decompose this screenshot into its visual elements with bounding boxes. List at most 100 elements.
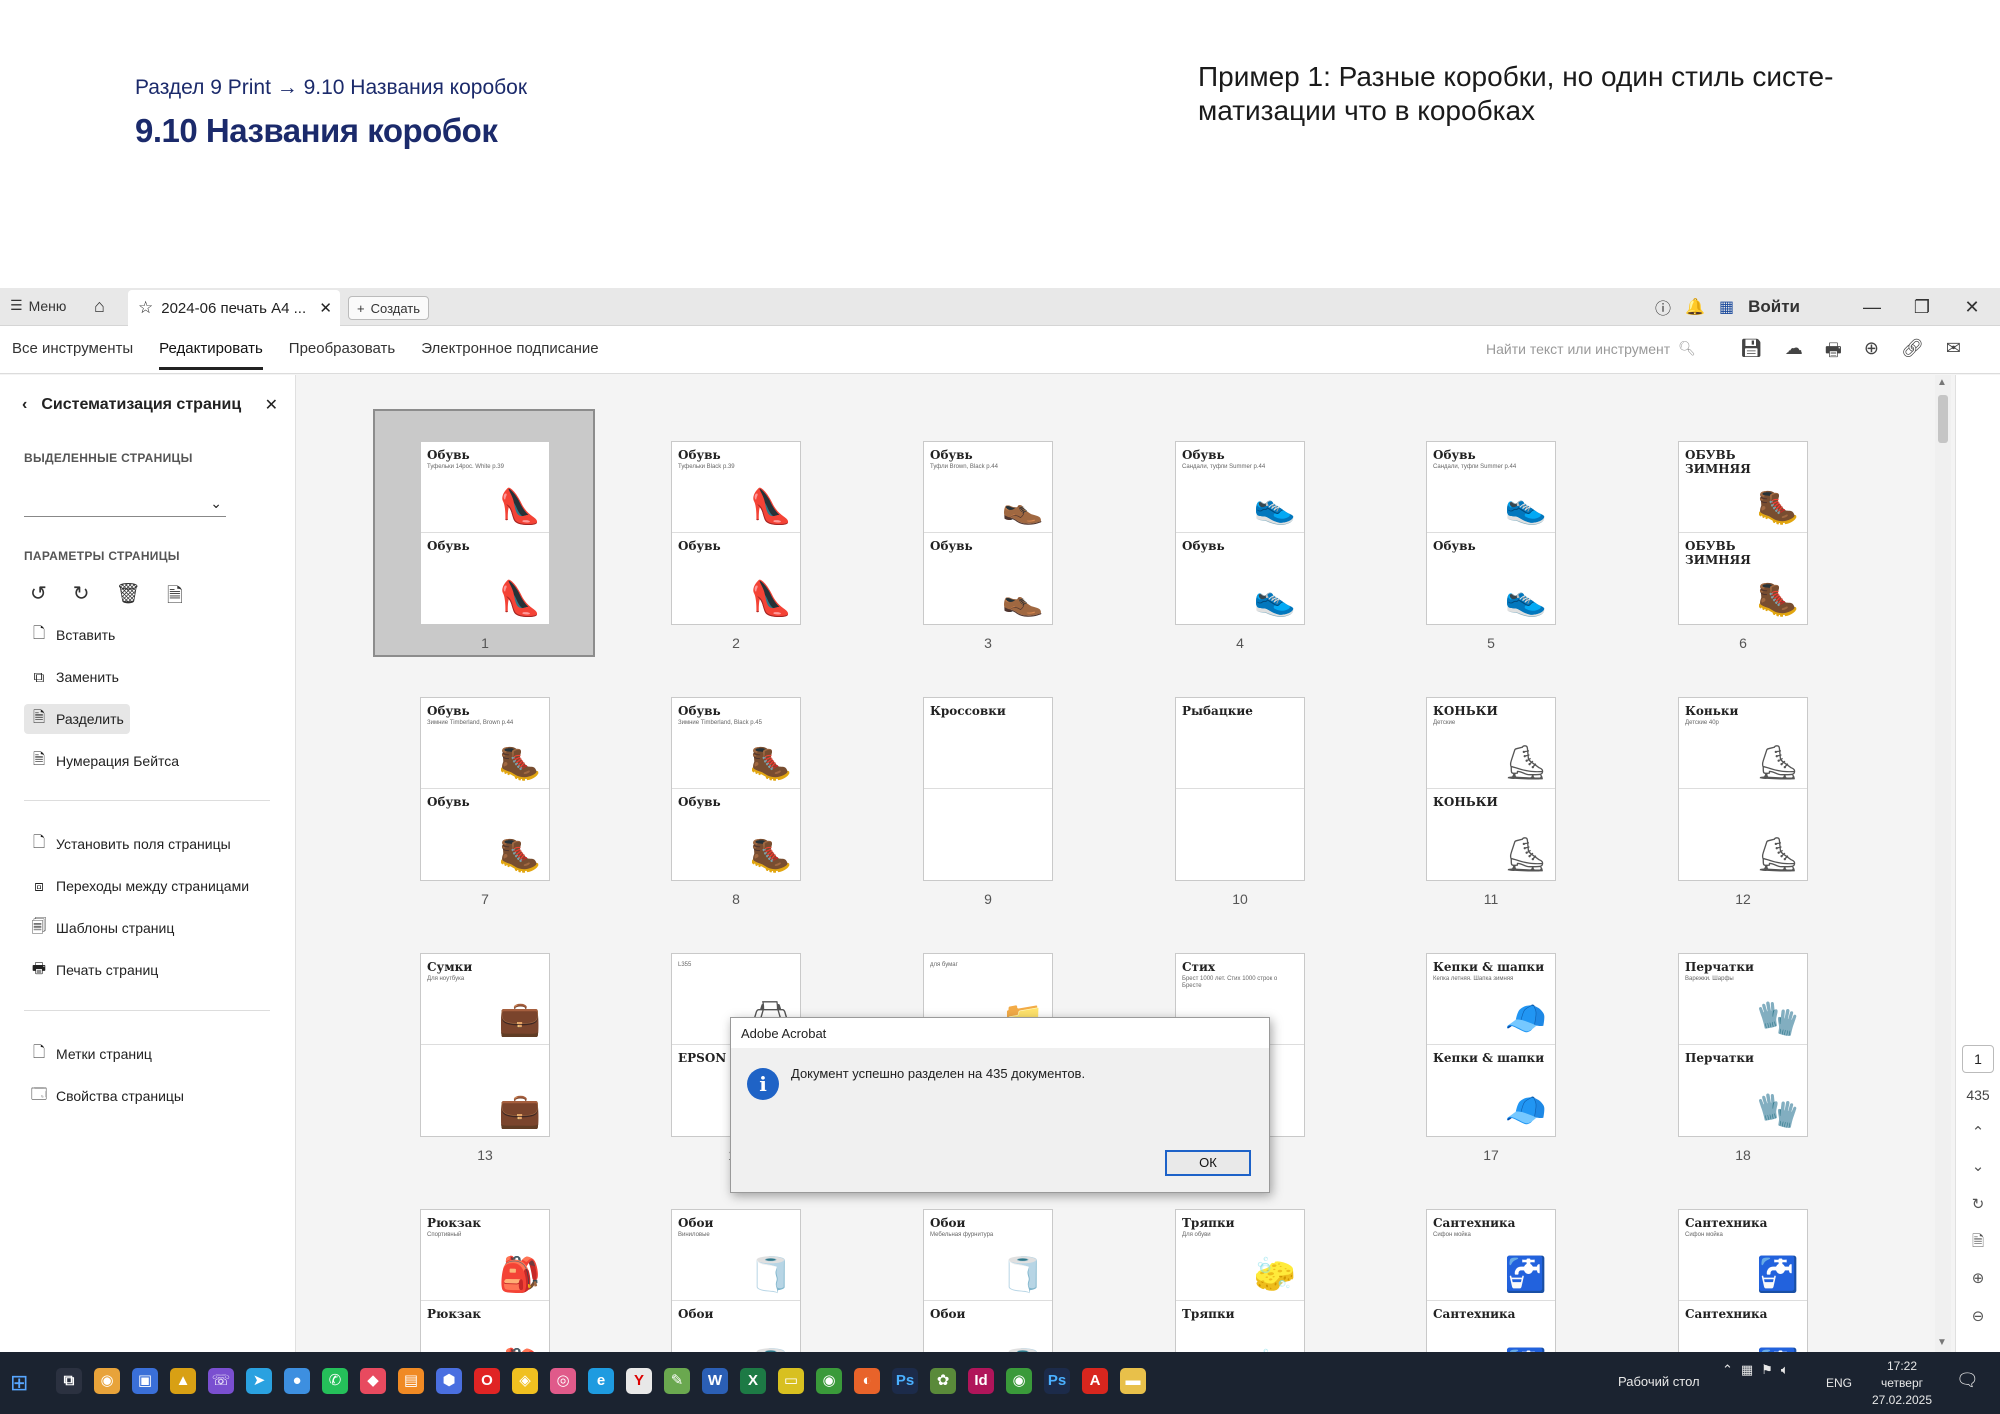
page-thumbnail[interactable]: Перчатки Варежки. Шарфы 🧤 Перчатки 🧤 bbox=[1678, 953, 1808, 1137]
photoshop-icon[interactable]: Ps bbox=[892, 1368, 918, 1394]
viber-icon[interactable]: ☏ bbox=[208, 1368, 234, 1394]
excel-icon[interactable]: X bbox=[740, 1368, 766, 1394]
app-icon[interactable]: ▤ bbox=[398, 1368, 424, 1394]
clock[interactable]: 17:22 четверг 27.02.2025 bbox=[1862, 1358, 1942, 1409]
telegram-icon[interactable]: ➤ bbox=[246, 1368, 272, 1394]
search-box[interactable]: Найти текст или инструмент 🔍︎ bbox=[1486, 340, 1696, 357]
volume-icon[interactable]: 🔈︎ bbox=[1781, 1362, 1789, 1378]
save-app-icon[interactable]: ▣ bbox=[132, 1368, 158, 1394]
bell-icon[interactable]: 🔔 bbox=[1685, 297, 1705, 317]
tab-convert[interactable]: Преобразовать bbox=[289, 340, 395, 370]
page-thumbnail[interactable]: Обувь Туфельки Black р.39 👠 Обувь 👠 bbox=[671, 441, 801, 625]
chevron-up-icon[interactable]: ⌃ bbox=[1968, 1123, 1988, 1141]
ok-button[interactable]: ОК bbox=[1165, 1150, 1251, 1176]
scrollbar-thumb[interactable] bbox=[1938, 395, 1948, 443]
login-button[interactable]: Войти bbox=[1748, 297, 1800, 317]
trash-icon[interactable]: 🗑 bbox=[116, 581, 141, 615]
chrome-icon[interactable]: ◉ bbox=[816, 1368, 842, 1394]
rotate-left-icon[interactable]: ↺ bbox=[30, 581, 47, 615]
tray-flag-icon[interactable]: ⚑ bbox=[1761, 1362, 1773, 1378]
page-thumbnail[interactable]: Обои Виниловые 🧻 Обои🧻 bbox=[671, 1209, 801, 1352]
notifications-icon[interactable]: 🗨 bbox=[1956, 1370, 1979, 1391]
tab-edit[interactable]: Редактировать bbox=[159, 340, 263, 370]
rotate-right-icon[interactable]: ↻ bbox=[73, 581, 90, 615]
page-thumbnail[interactable]: Обувь Туфельки 14рос. White р.39 👠 Обувь 👠 bbox=[420, 441, 550, 625]
page-thumbnail[interactable]: Обувь Зимние Timberland, Black р.45 🥾 Обувь… bbox=[671, 697, 801, 881]
star-icon[interactable]: ☆ bbox=[138, 298, 153, 318]
scroll-up-icon[interactable]: ▲ bbox=[1937, 377, 1947, 388]
whatsapp-icon[interactable]: ✆ bbox=[322, 1368, 348, 1394]
tab-all-tools[interactable]: Все инструменты bbox=[12, 340, 133, 370]
current-page-input[interactable]: 1 bbox=[1962, 1045, 1994, 1073]
replace-button[interactable]: ⧉ Заменить bbox=[24, 662, 125, 692]
opera-icon[interactable]: O bbox=[474, 1368, 500, 1394]
back-icon[interactable]: ‹ bbox=[22, 396, 27, 414]
acrobat-icon[interactable]: A bbox=[1082, 1368, 1108, 1394]
menu-button[interactable]: ☰ Меню bbox=[10, 297, 66, 314]
page-thumbnail[interactable]: Рюкзак Спортивный 🎒 Рюкзак🎒 bbox=[420, 1209, 550, 1352]
print-pages-button[interactable]: 🖶 Печать страниц bbox=[24, 955, 164, 985]
app-icon[interactable]: ▲ bbox=[170, 1368, 196, 1394]
page-view-icon[interactable]: 🗎 bbox=[1968, 1231, 1988, 1256]
page-thumbnail[interactable]: Обувь Сандали, туфли Summer р.44 👟 Обувь 👟 bbox=[1426, 441, 1556, 625]
extract-page-icon[interactable]: 🗎 bbox=[167, 581, 183, 615]
app-icon[interactable]: ◎ bbox=[550, 1368, 576, 1394]
chevron-down-icon[interactable]: ⌄ bbox=[1968, 1157, 1988, 1175]
mail-icon[interactable]: ✉ bbox=[1946, 338, 1961, 368]
app-icon[interactable]: ▭ bbox=[778, 1368, 804, 1394]
save-icon[interactable]: 💾︎ bbox=[1740, 338, 1763, 368]
tab-esign[interactable]: Электронное подписание bbox=[421, 340, 598, 370]
page-transitions-button[interactable]: ⧈ Переходы между страницами bbox=[24, 871, 255, 901]
page-thumbnail[interactable]: Обои Мебельная фурнитура 🧻 Обои🧻 bbox=[923, 1209, 1053, 1352]
selected-pages-dropdown[interactable]: ⌄ bbox=[24, 493, 226, 517]
yandex-icon[interactable]: Y bbox=[626, 1368, 652, 1394]
page-templates-button[interactable]: 🗐 Шаблоны страниц bbox=[24, 913, 180, 943]
page-thumbnail[interactable]: Сантехника Сифон мойка 🚰 Сантехника🚰 bbox=[1426, 1209, 1556, 1352]
page-thumbnail[interactable]: Обувь Туфли Brown, Black р.44 👞 Обувь 👞 bbox=[923, 441, 1053, 625]
page-thumbnail[interactable]: Кроссовки bbox=[923, 697, 1053, 881]
zoom-in-icon[interactable]: ⊕ bbox=[1968, 1269, 1988, 1287]
page-thumbnail[interactable]: КОНЬКИ Детские ⛸ КОНЬКИ ⛸ bbox=[1426, 697, 1556, 881]
document-tab[interactable]: ☆ 2024-06 печать А4 ... ✕ bbox=[128, 290, 340, 326]
apps-grid-icon[interactable]: ▦ bbox=[1719, 297, 1734, 317]
zoom-out-icon[interactable]: ⊖ bbox=[1968, 1307, 1988, 1325]
indesign-icon[interactable]: Id bbox=[968, 1368, 994, 1394]
page-properties-button[interactable]: 🗔 Свойства страницы bbox=[24, 1081, 190, 1111]
desktop-label[interactable]: Рабочий стол bbox=[1618, 1374, 1700, 1389]
file-explorer-icon[interactable]: ▬ bbox=[1120, 1368, 1146, 1394]
close-tab-icon[interactable]: ✕ bbox=[319, 299, 332, 317]
page-thumbnail[interactable]: Рыбацкие bbox=[1175, 697, 1305, 881]
page-thumbnail[interactable]: Сумки Для ноутбука 💼 💼 bbox=[420, 953, 550, 1137]
page-thumbnail[interactable]: Коньки Детские 40р ⛸ ⛸ bbox=[1678, 697, 1808, 881]
app-icon[interactable]: ◈ bbox=[512, 1368, 538, 1394]
chrome-icon[interactable]: ◉ bbox=[1006, 1368, 1032, 1394]
page-thumbnail[interactable]: Тряпки Для обуви 🧽 Тряпки🧽 bbox=[1175, 1209, 1305, 1352]
upload-cloud-icon[interactable]: ☁ bbox=[1785, 338, 1803, 368]
page-thumbnail[interactable]: ОБУВЬ ЗИМНЯЯ 🥾 ОБУВЬ ЗИМНЯЯ 🥾 bbox=[1678, 441, 1808, 625]
scroll-down-icon[interactable]: ▼ bbox=[1937, 1337, 1947, 1348]
language-indicator[interactable]: ENG bbox=[1826, 1376, 1852, 1390]
firefox-icon[interactable]: ◐ bbox=[854, 1368, 880, 1394]
home-icon[interactable]: ⌂ bbox=[94, 296, 105, 317]
print-icon[interactable]: 🖶 bbox=[1825, 338, 1842, 368]
restore-icon[interactable]: ❐ bbox=[1904, 297, 1940, 318]
minimize-icon[interactable]: — bbox=[1854, 297, 1890, 318]
photoshop-icon[interactable]: Ps bbox=[1044, 1368, 1070, 1394]
task-view-icon[interactable]: ⧉ bbox=[56, 1368, 82, 1394]
app-icon[interactable]: ✿ bbox=[930, 1368, 956, 1394]
windows-start-icon[interactable]: ⊞ bbox=[10, 1370, 28, 1396]
edge-icon[interactable]: e bbox=[588, 1368, 614, 1394]
set-page-margins-button[interactable]: 🗋 Установить поля страницы bbox=[24, 829, 237, 859]
chrome-icon[interactable]: ◉ bbox=[94, 1368, 120, 1394]
page-thumbnail[interactable]: Кепки & шапки Кепка летняя. Шапка зимняя 🧢… bbox=[1426, 953, 1556, 1137]
refresh-icon[interactable]: ↻ bbox=[1968, 1195, 1988, 1213]
figma-icon[interactable]: ◆ bbox=[360, 1368, 386, 1394]
bates-numbering-button[interactable]: 🗎 Нумерация Бейтса bbox=[24, 746, 185, 776]
page-thumbnail[interactable]: Сантехника Сифон мойка 🚰 Сантехника🚰 bbox=[1678, 1209, 1808, 1352]
shield-icon[interactable]: ⬢ bbox=[436, 1368, 462, 1394]
notes-icon[interactable]: ✎ bbox=[664, 1368, 690, 1394]
tray-app-icon[interactable]: ▦ bbox=[1741, 1362, 1753, 1378]
page-thumbnail[interactable]: Обувь Зимние Timberland, Brown р.44 🥾 Обувь… bbox=[420, 697, 550, 881]
create-button[interactable]: + Создать bbox=[348, 296, 429, 320]
link-icon[interactable]: 🔗︎ bbox=[1901, 338, 1924, 368]
